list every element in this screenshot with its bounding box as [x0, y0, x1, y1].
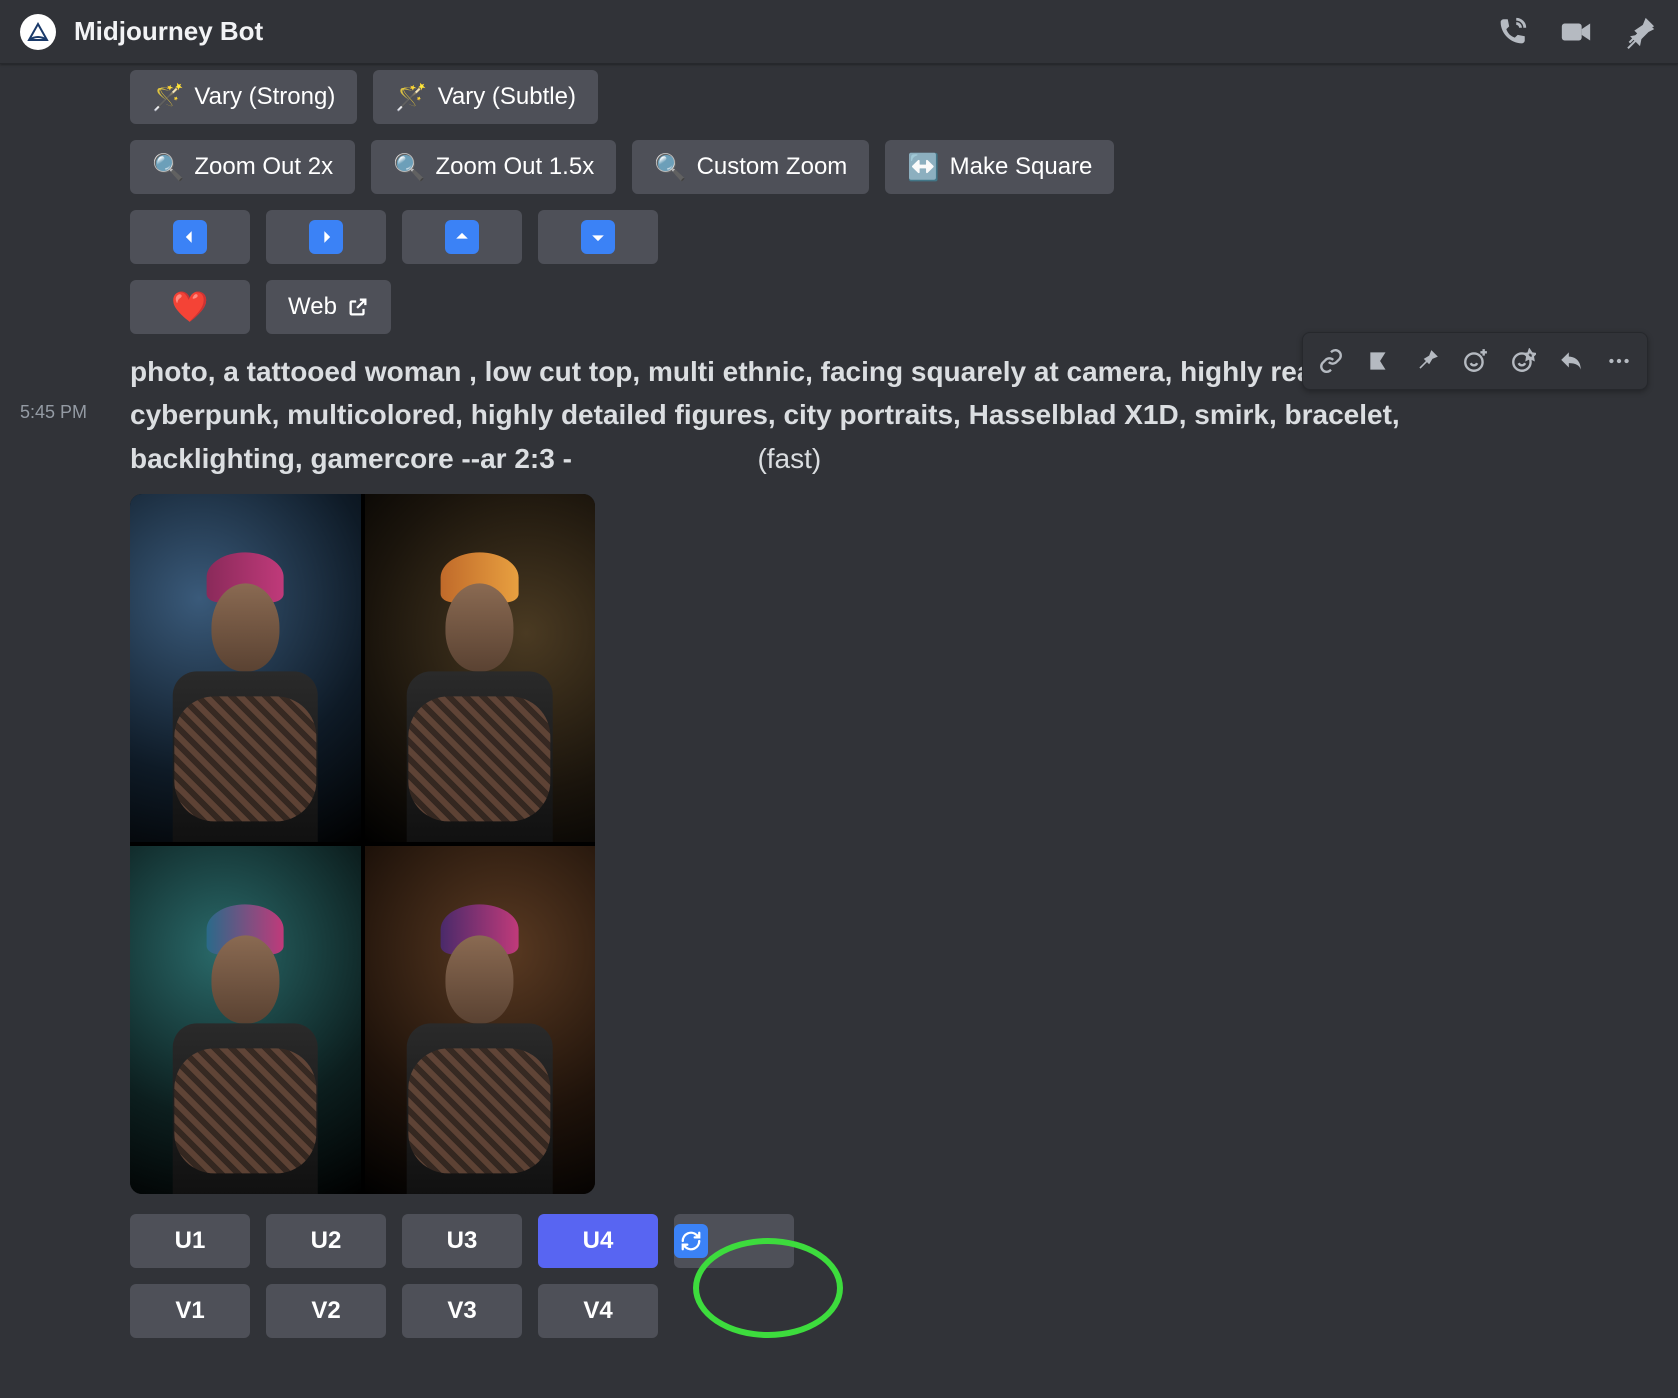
channel-title: Midjourney Bot — [74, 16, 263, 47]
upscale-3-button[interactable]: U3 — [402, 1214, 522, 1268]
zoom-out-2x-label: Zoom Out 2x — [194, 153, 333, 181]
custom-zoom-button[interactable]: 🔍 Custom Zoom — [632, 140, 869, 194]
sparkle-icon: 🪄 — [152, 84, 184, 110]
copy-link-icon[interactable] — [1307, 337, 1355, 385]
zoom-out-15x-label: Zoom Out 1.5x — [435, 153, 594, 181]
midjourney-logo-icon — [26, 20, 50, 44]
sparkle-icon: 🪄 — [395, 84, 427, 110]
zoom-out-2x-button[interactable]: 🔍 Zoom Out 2x — [130, 140, 355, 194]
refresh-icon — [674, 1224, 708, 1258]
grid-image-4[interactable] — [365, 846, 596, 1194]
message-timestamp: 5:45 PM — [20, 402, 87, 423]
arrow-left-icon — [173, 220, 207, 254]
grid-image-2[interactable] — [365, 494, 596, 842]
pan-up-button[interactable] — [402, 210, 522, 264]
pinned-messages-icon[interactable] — [1622, 14, 1658, 50]
arrows-horizontal-icon: ↔️ — [907, 154, 939, 180]
vary-subtle-label: Vary (Subtle) — [438, 83, 576, 111]
pin-message-icon[interactable] — [1403, 337, 1451, 385]
add-reaction-icon[interactable] — [1451, 337, 1499, 385]
start-voice-call-icon[interactable] — [1494, 14, 1530, 50]
bot-avatar[interactable] — [20, 14, 56, 50]
zoom-out-15x-button[interactable]: 🔍 Zoom Out 1.5x — [371, 140, 616, 194]
pan-left-button[interactable] — [130, 210, 250, 264]
pan-right-button[interactable] — [266, 210, 386, 264]
external-link-icon — [347, 296, 369, 318]
arrow-up-icon — [445, 220, 479, 254]
start-video-call-icon[interactable] — [1558, 14, 1594, 50]
pan-down-button[interactable] — [538, 210, 658, 264]
heart-icon: ❤️ — [171, 290, 208, 325]
dm-header: Midjourney Bot — [0, 0, 1678, 64]
make-square-label: Make Square — [950, 153, 1093, 181]
favorite-button[interactable]: ❤️ — [130, 280, 250, 334]
magnifier-icon: 🔍 — [152, 154, 184, 180]
message-actions-toolbar — [1302, 332, 1648, 390]
prompt-speed: (fast) — [757, 443, 821, 474]
reply-icon[interactable] — [1547, 337, 1595, 385]
variation-3-button[interactable]: V3 — [402, 1284, 522, 1338]
make-square-button[interactable]: ↔️ Make Square — [885, 140, 1114, 194]
reroll-button[interactable] — [674, 1214, 794, 1268]
variation-4-button[interactable]: V4 — [538, 1284, 658, 1338]
image-grid[interactable] — [130, 494, 595, 1194]
vary-subtle-button[interactable]: 🪄 Vary (Subtle) — [373, 70, 598, 124]
mark-unread-icon[interactable] — [1355, 337, 1403, 385]
redacted-username — [580, 442, 750, 468]
custom-zoom-label: Custom Zoom — [697, 153, 848, 181]
web-button[interactable]: Web — [266, 280, 391, 334]
magnifier-icon: 🔍 — [393, 154, 425, 180]
upscale-1-button[interactable]: U1 — [130, 1214, 250, 1268]
vary-strong-button[interactable]: 🪄 Vary (Strong) — [130, 70, 357, 124]
variation-2-button[interactable]: V2 — [266, 1284, 386, 1338]
variation-1-button[interactable]: V1 — [130, 1284, 250, 1338]
web-label: Web — [288, 293, 337, 321]
magnifier-icon: 🔍 — [654, 154, 686, 180]
vary-strong-label: Vary (Strong) — [194, 83, 335, 111]
grid-image-3[interactable] — [130, 846, 361, 1194]
arrow-right-icon — [309, 220, 343, 254]
super-reaction-icon[interactable] — [1499, 337, 1547, 385]
arrow-down-icon — [581, 220, 615, 254]
more-actions-icon[interactable] — [1595, 337, 1643, 385]
grid-image-1[interactable] — [130, 494, 361, 842]
upscale-2-button[interactable]: U2 — [266, 1214, 386, 1268]
upscale-4-button[interactable]: U4 — [538, 1214, 658, 1268]
